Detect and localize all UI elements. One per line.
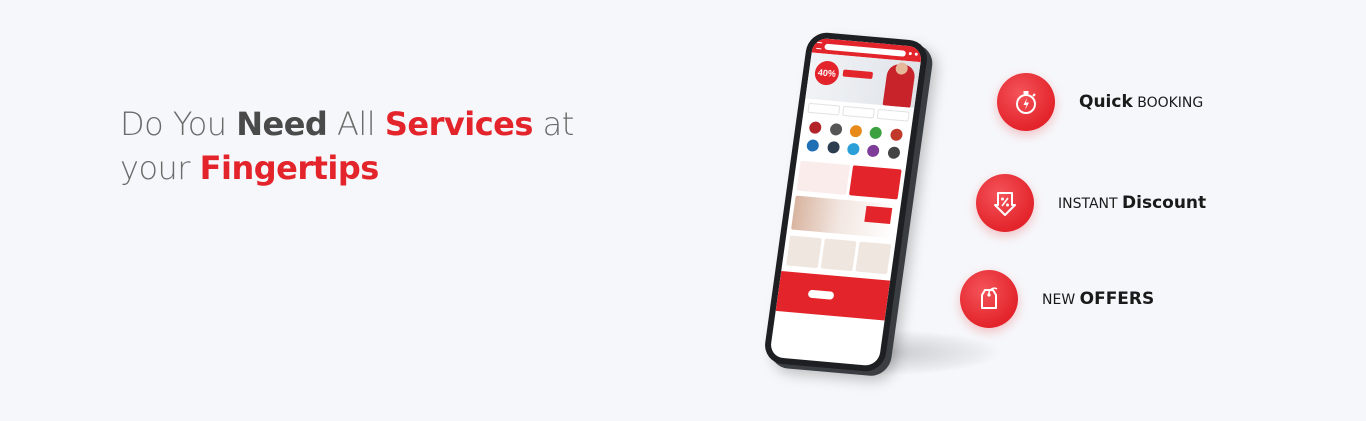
offer-card [855,241,892,275]
feature-label-plain: INSTANT [1058,196,1118,212]
feature-label: Quick BOOKING [1079,92,1203,112]
service-icon [806,139,820,153]
service-icon [846,142,861,156]
feature-new-offers: NEW OFFERS [960,270,1154,328]
stopwatch-icon [1016,91,1036,114]
promo-card [848,165,902,200]
service-icon-grid [798,116,912,164]
feature-label-strong: Quick [1079,92,1133,112]
worker-illustration [882,63,917,108]
offer-cards-graphic [786,235,892,275]
red-hot-offers-banner-graphic [775,271,891,321]
feature-instant-discount: INSTANT Discount [976,174,1206,232]
service-icon [826,140,840,154]
discount-tag-icon [994,192,1016,216]
feature-icon-circle [997,73,1055,131]
headline-word-services: Services [384,105,534,143]
headline-word: Do You [120,105,227,143]
headline-word: All [336,105,376,143]
menu-icon [816,41,823,50]
more-icon [914,52,918,56]
promo-card [796,160,850,195]
service-icon [866,144,881,158]
feature-icon-circle [960,270,1018,328]
headline-line-1: Do You Need All Services at [120,102,574,146]
phone-screen: 40% [769,37,923,367]
offer-card [786,235,822,269]
feature-icon-circle [976,174,1034,232]
feature-quick-booking: Quick BOOKING [997,73,1203,131]
feature-label: NEW OFFERS [1042,289,1154,309]
feature-label: INSTANT Discount [1058,193,1206,213]
service-icon [869,126,883,140]
refer-banner-graphic [791,195,897,239]
discount-badge: 40% [813,60,841,87]
headline-word: at [542,105,575,143]
booking-banner-graphic: 40% [805,52,921,109]
app-tab [841,105,876,119]
promo-strip-graphic [796,160,902,200]
service-icon [889,128,904,142]
banner-ribbon [842,69,874,80]
feature-label-plain: BOOKING [1137,95,1204,111]
service-icon [828,122,843,136]
feature-label-strong: OFFERS [1079,289,1155,309]
headline-word-fingertips: Fingertips [199,149,380,187]
app-tab [876,108,910,122]
feature-label-strong: Discount [1122,193,1207,213]
headline-word: your [120,149,190,187]
app-tab [807,102,841,116]
headline-word-need: Need [236,105,328,143]
feature-label-plain: NEW [1042,292,1076,308]
service-icon [808,121,823,135]
service-icon [886,146,901,160]
phone-mockup: 40% [762,31,930,373]
hero-headline: Do You Need All Services at your Fingert… [120,102,574,190]
cart-icon [908,52,912,56]
service-icon [849,124,863,138]
offer-card [820,238,857,272]
headline-line-2: your Fingertips [120,146,574,190]
price-tag-icon [981,287,998,309]
